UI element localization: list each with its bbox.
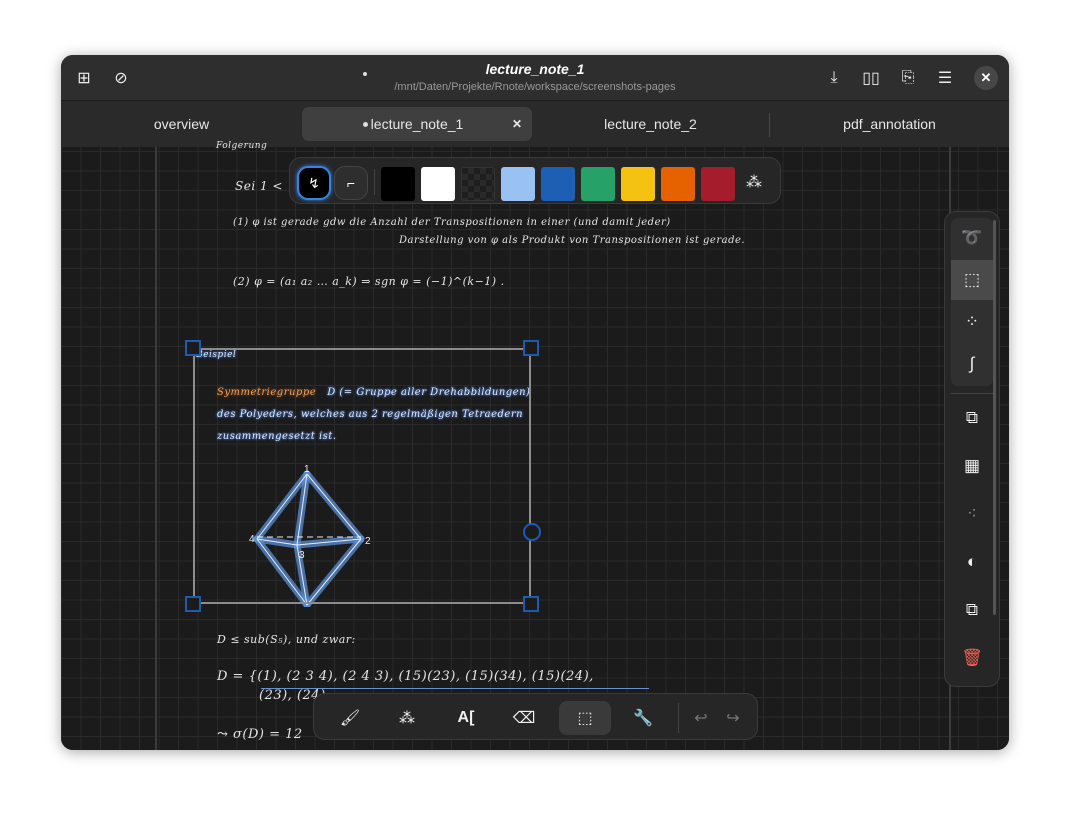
select-all-icon[interactable]: ▦ [951,446,993,486]
swatch-black[interactable] [381,167,415,201]
resize-handle-bl[interactable] [185,596,201,612]
resize-handle-br[interactable] [523,596,539,612]
single-select-icon[interactable]: ⁘ [951,302,993,342]
swatch-orange[interactable] [661,167,695,201]
delete-icon[interactable]: 🗑 [951,638,993,678]
divider [678,703,679,733]
note-text: D = {(1), (2 3 4), (2 4 3), (15)(23), (1… [217,669,594,684]
resize-handle-tr[interactable] [523,340,539,356]
swatch-blue[interactable] [541,167,575,201]
note-text: D ≤ sub(S₅), und zwar: [217,633,356,646]
tab-lecture-note-2[interactable]: lecture_note_2 [532,107,769,141]
swatch-white[interactable] [421,167,455,201]
selection-box[interactable] [193,348,531,604]
swatch-transparent[interactable] [461,167,495,201]
swatch-light-blue[interactable] [501,167,535,201]
zoom-page-icon[interactable]: ⎘ [894,64,922,92]
scrollbar[interactable] [993,220,996,615]
note-text: (2) φ = (a₁ a₂ … a_k) ⇒ sgn φ = (−1)^(k−… [233,275,505,288]
note-text: Darstellung von φ als Produkt von Transp… [399,235,746,246]
undo-icon[interactable]: ↩ [686,701,716,735]
divider [374,169,375,195]
close-icon[interactable]: ✕ [974,66,998,90]
color-picker-bar: ↯ ⌐ ⁂ [289,157,781,204]
app-window: ⊞ ⊘ lecture_note_1 /mnt/Daten/Projekte/R… [61,55,1009,750]
close-tab-icon[interactable]: ✕ [512,117,522,131]
typewriter-icon[interactable]: A[ [440,701,492,735]
tools-icon[interactable]: 🔧 [617,701,669,735]
note-heading: Folgerung [216,141,268,151]
duplicate-icon[interactable]: ⧉ [951,590,993,630]
rectangle-select-icon[interactable]: ⬚ [951,260,993,300]
tab-overview[interactable]: overview [61,107,302,141]
header-bar: ⊞ ⊘ lecture_note_1 /mnt/Daten/Projekte/R… [61,55,1009,101]
modified-dot [363,122,368,127]
tab-label: lecture_note_2 [604,116,697,132]
save-icon[interactable]: ⤓ [820,64,848,92]
color-picker-icon[interactable]: ⁂ [746,172,762,192]
tab-label: pdf_annotation [843,116,936,132]
page-border-left [155,147,157,750]
invert-color-icon[interactable]: ◐ [951,542,993,582]
tab-lecture-note-1[interactable]: lecture_note_1 ✕ [302,107,532,141]
pens-toolbar: 🖌 ⁂ A[ ⌫ ⬚ 🔧 ↩ ↪ [313,693,758,740]
selector-sidebar: ➰ ⬚ ⁘ ∫ ⧉ ▦ ⁖ ◐ ⧉ 🗑 [944,211,1000,687]
deselect-icon[interactable]: ⁖ [951,494,993,534]
tab-bar: overview lecture_note_1 ✕ lecture_note_2… [61,101,1009,147]
brush-icon[interactable]: 🖌 [324,701,376,735]
note-text: (1) φ ist gerade gdw die Anzahl der Tran… [233,217,671,228]
tab-pdf-annotation[interactable]: pdf_annotation [770,107,1009,141]
menu-icon[interactable]: ☰ [931,64,959,92]
resize-lock-icon[interactable]: ⧉ [951,398,993,438]
divider [951,393,993,394]
swatch-red[interactable] [701,167,735,201]
swatch-green[interactable] [581,167,615,201]
intersecting-path-select-icon[interactable]: ∫ [951,344,993,384]
shaper-icon[interactable]: ⁂ [381,701,433,735]
resize-handle-tl[interactable] [185,340,201,356]
redo-icon[interactable]: ↪ [718,701,748,735]
split-view-icon[interactable]: ▯▯ [857,64,885,92]
eraser-icon[interactable]: ⌫ [498,701,550,735]
rotate-handle[interactable] [523,523,541,541]
note-text: ⤳ σ(D) = 12 [217,727,303,742]
fill-color-icon[interactable]: ⌐ [334,166,368,200]
drawing-canvas[interactable]: Folgerung Sei 1 < (1) φ ist gerade gdw d… [61,141,1009,750]
note-text: Sei 1 < [235,179,283,193]
swatch-yellow[interactable] [621,167,655,201]
stroke-color-icon[interactable]: ↯ [297,166,331,200]
selector-icon[interactable]: ⬚ [559,701,611,735]
tab-label: overview [153,116,210,132]
lasso-select-icon[interactable]: ➰ [951,218,993,258]
tab-label: lecture_note_1 [370,116,464,132]
